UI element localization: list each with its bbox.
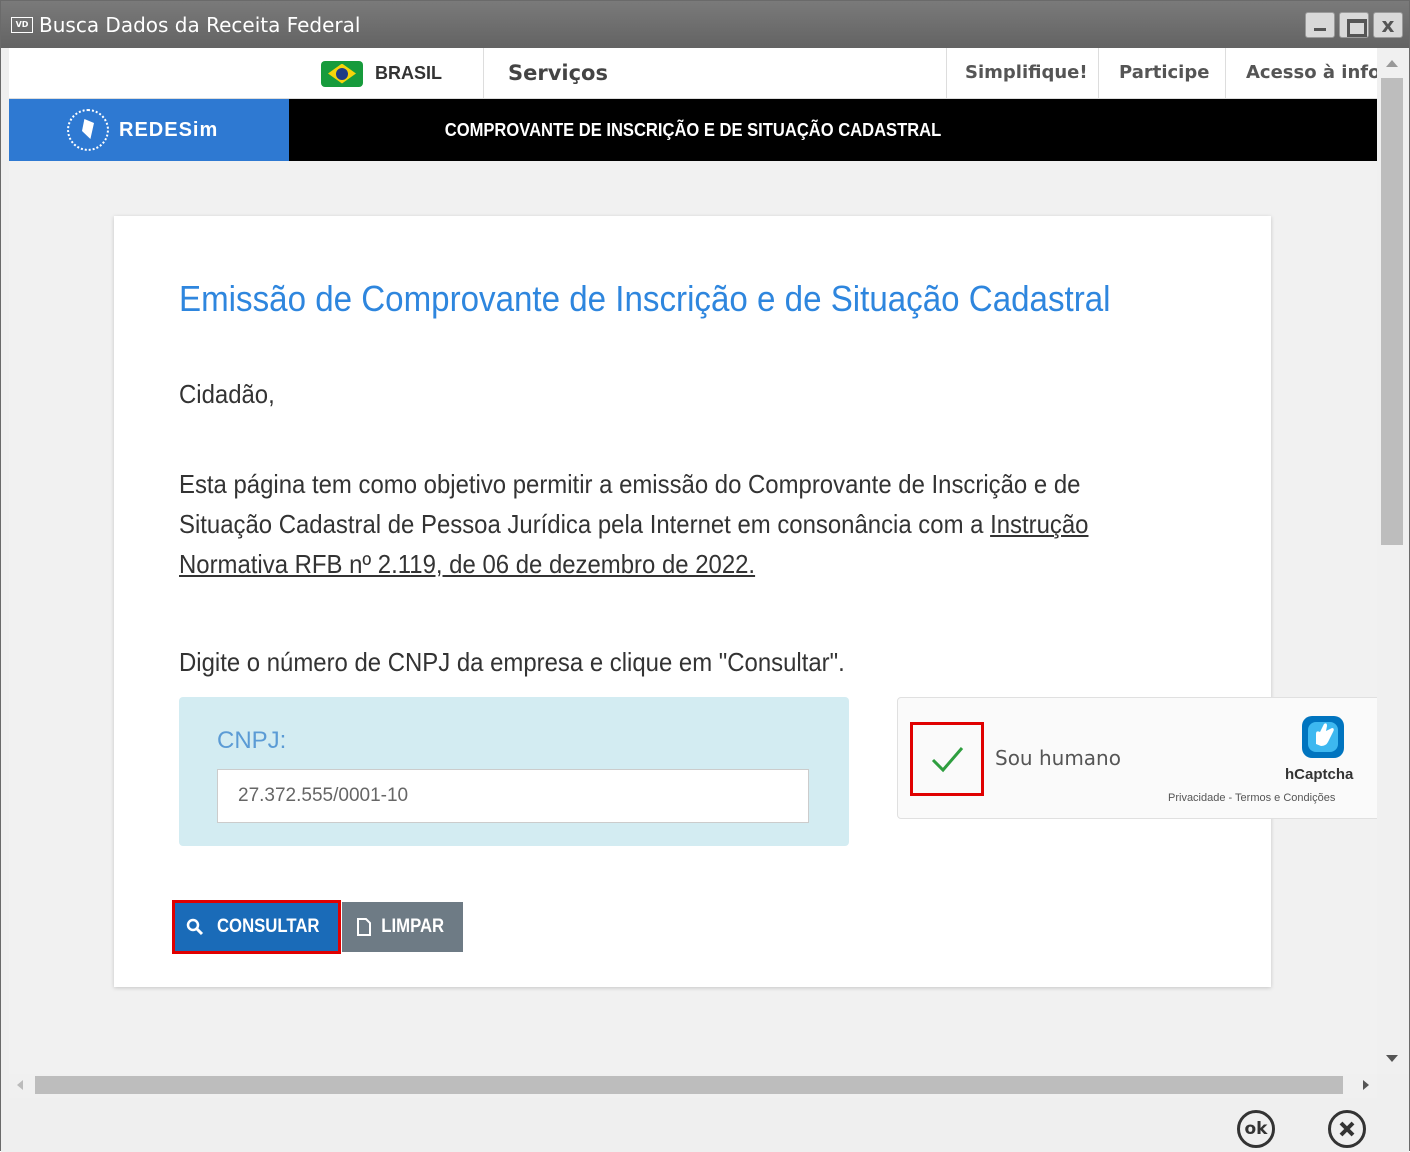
cnpj-input[interactable]	[217, 769, 809, 823]
checkmark-icon	[931, 747, 964, 773]
servicos-menu[interactable]: Serviços	[508, 61, 608, 85]
intro-paragraph: Esta página tem como objetivo permitir a…	[179, 464, 1136, 584]
scroll-up-arrow-icon[interactable]	[1386, 60, 1398, 67]
redesim-header: REDESim COMPROVANTE DE INSCRIÇÃO E DE SI…	[9, 99, 1377, 161]
vertical-scrollbar[interactable]	[1377, 48, 1409, 1074]
hcaptcha-links[interactable]: Privacidade - Termos e Condições	[1168, 792, 1335, 804]
redesim-page-title: COMPROVANTE DE INSCRIÇÃO E DE SITUAÇÃO C…	[444, 120, 942, 140]
acesso-informacao-link[interactable]: Acesso à infor	[1246, 62, 1377, 83]
title-bar[interactable]: VD Busca Dados da Receita Federal x	[1, 1, 1409, 48]
divider	[946, 48, 947, 99]
participe-link[interactable]: Participe	[1119, 62, 1209, 83]
gov-brasil-link[interactable]: BRASIL	[321, 48, 442, 99]
horizontal-scroll-thumb[interactable]	[35, 1076, 1343, 1094]
simplifique-link[interactable]: Simplifique!	[965, 62, 1088, 83]
limpar-label: LIMPAR	[381, 916, 444, 937]
intro-text: Esta página tem como objetivo permitir a…	[179, 469, 1081, 539]
file-icon	[356, 918, 371, 936]
cnpj-label: CNPJ:	[217, 727, 287, 754]
hcaptcha-widget: Sou humano hCaptcha Privacidade - Termos…	[897, 697, 1377, 819]
search-icon	[187, 918, 204, 936]
window-controls: x	[1305, 12, 1403, 38]
minimize-button[interactable]	[1305, 12, 1335, 38]
captcha-checkbox[interactable]	[910, 722, 984, 796]
consultar-label: CONSULTAR	[217, 916, 320, 937]
hcaptcha-brand: hCaptcha	[1285, 766, 1354, 783]
greeting-text: Cidadão,	[179, 379, 275, 409]
consultar-button[interactable]: CONSULTAR	[172, 900, 341, 954]
cnpj-form-panel: CNPJ:	[179, 697, 849, 846]
instruction-text: Digite o número de CNPJ da empresa e cli…	[179, 647, 845, 677]
redesim-logo[interactable]: REDESim	[9, 99, 289, 161]
window-title: Busca Dados da Receita Federal	[39, 12, 361, 37]
browser-viewport: BRASIL Serviços Simplifique! Participe A…	[9, 48, 1377, 1074]
redesim-logo-text: REDESim	[119, 118, 219, 141]
scroll-left-arrow-icon[interactable]	[17, 1080, 23, 1090]
cancel-button[interactable]	[1328, 1110, 1366, 1148]
dialog-footer: ok	[1, 1098, 1409, 1152]
brasil-label: BRASIL	[375, 63, 442, 83]
captcha-label: Sou humano	[995, 746, 1121, 770]
gov-top-bar: BRASIL Serviços Simplifique! Participe A…	[9, 48, 1377, 99]
limpar-button[interactable]: LIMPAR	[342, 902, 463, 952]
divider	[1225, 48, 1226, 99]
divider	[1098, 48, 1099, 99]
ok-button[interactable]: ok	[1237, 1110, 1275, 1148]
content-card: Emissão de Comprovante de Inscrição e de…	[114, 216, 1377, 987]
maximize-button[interactable]	[1339, 12, 1369, 38]
scroll-down-arrow-icon[interactable]	[1386, 1055, 1398, 1062]
app-window: VD Busca Dados da Receita Federal x BRAS…	[0, 0, 1410, 1152]
horizontal-scrollbar[interactable]	[9, 1074, 1377, 1098]
divider	[483, 48, 484, 99]
redesim-globe-icon	[67, 109, 109, 151]
vertical-scroll-thumb[interactable]	[1381, 78, 1403, 545]
page-title: Emissão de Comprovante de Inscrição e de…	[179, 278, 1111, 319]
scroll-right-arrow-icon[interactable]	[1363, 1080, 1369, 1090]
app-icon: VD	[11, 16, 33, 33]
hcaptcha-logo-icon	[1302, 716, 1344, 758]
close-icon	[1339, 1121, 1355, 1137]
close-window-button[interactable]: x	[1373, 12, 1403, 38]
brazil-flag-icon	[321, 60, 363, 87]
